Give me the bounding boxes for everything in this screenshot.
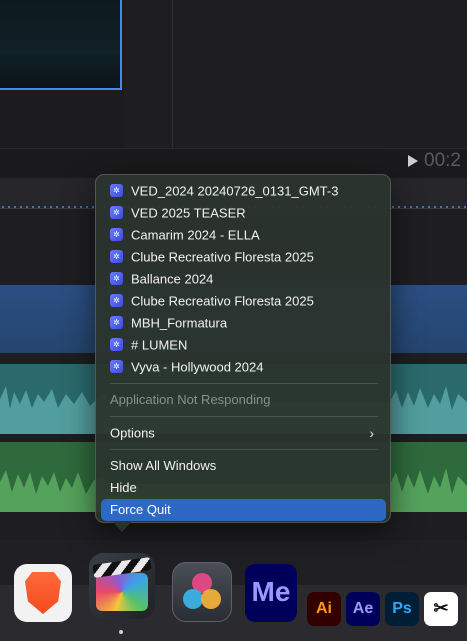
after-effects-icon[interactable]: Ae <box>346 592 380 626</box>
fcp-project-icon: ✲ <box>110 360 123 374</box>
options-menu-item[interactable]: Options › <box>101 422 386 444</box>
capcut-icon[interactable]: ✂ <box>424 592 458 626</box>
window-item[interactable]: ✲ Vyva - Hollywood 2024 <box>101 356 386 378</box>
fcp-project-icon: ✲ <box>110 338 123 352</box>
menu-separator <box>110 383 378 384</box>
force-quit-item[interactable]: Force Quit <box>101 499 386 521</box>
inspector-panel <box>124 0 467 148</box>
fcp-project-icon: ✲ <box>110 206 123 220</box>
dock-context-menu: ✲ VED_2024 20240726_0131_GMT-3 ✲ VED 2025 … <box>95 174 391 523</box>
photoshop-icon[interactable]: Ps <box>385 592 419 626</box>
transport-bar <box>0 148 467 177</box>
chevron-right-icon: › <box>369 425 374 441</box>
running-indicator <box>119 630 123 634</box>
window-item[interactable]: ✲ # LUMEN <box>101 334 386 356</box>
play-icon[interactable] <box>408 155 418 167</box>
window-item[interactable]: ✲ Clube Recreativo Floresta 2025 <box>101 246 386 268</box>
menu-pointer <box>113 522 131 532</box>
illustrator-icon[interactable]: Ai <box>307 592 341 626</box>
window-item[interactable]: ✲ Clube Recreativo Floresta 2025 <box>101 290 386 312</box>
hide-item[interactable]: Hide <box>101 477 386 499</box>
fcp-project-icon: ✲ <box>110 294 123 308</box>
window-item[interactable]: ✲ Ballance 2024 <box>101 268 386 290</box>
app-status-label: Application Not Responding <box>110 392 271 407</box>
final-cut-pro-icon[interactable] <box>89 553 155 619</box>
panel-divider[interactable] <box>172 0 173 148</box>
fcp-project-icon: ✲ <box>110 272 123 286</box>
fcp-project-icon: ✲ <box>110 316 123 330</box>
timecode-display: 00:2 <box>424 150 461 171</box>
brave-browser-icon[interactable] <box>14 564 72 622</box>
fcp-project-icon: ✲ <box>110 184 123 198</box>
window-item[interactable]: ✲ VED 2025 TEASER <box>101 202 386 224</box>
menu-separator <box>110 449 378 450</box>
brave-lion-logo <box>25 572 61 614</box>
window-item[interactable]: ✲ VED_2024 20240726_0131_GMT-3 <box>101 180 386 202</box>
video-viewer[interactable] <box>0 0 122 90</box>
resolve-petal <box>201 589 221 609</box>
show-all-windows-item[interactable]: Show All Windows <box>101 455 386 477</box>
clapper-board <box>96 573 148 611</box>
window-item[interactable]: ✲ Camarim 2024 - ELLA <box>101 224 386 246</box>
media-encoder-icon[interactable]: Me <box>245 564 297 622</box>
menu-separator <box>110 416 378 417</box>
davinci-resolve-icon[interactable] <box>172 562 232 622</box>
fcp-project-icon: ✲ <box>110 250 123 264</box>
window-item[interactable]: ✲ MBH_Formatura <box>101 312 386 334</box>
fcp-project-icon: ✲ <box>110 228 123 242</box>
resolve-petal <box>183 589 203 609</box>
